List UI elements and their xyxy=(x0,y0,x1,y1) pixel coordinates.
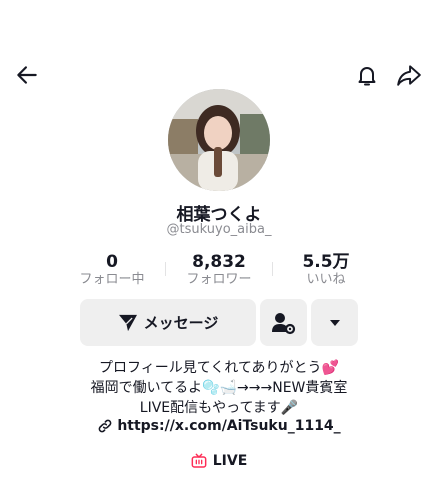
profile-actions: メッセージ xyxy=(0,299,438,347)
profile-photo xyxy=(168,89,270,191)
followers-label: フォロワー xyxy=(186,272,252,287)
live-tv-icon xyxy=(191,453,207,468)
arrow-left-icon xyxy=(17,66,37,84)
message-button-label: メッセージ xyxy=(143,314,219,332)
link-icon xyxy=(98,419,112,433)
likes-stat[interactable]: 5.5万 いいね xyxy=(266,252,386,288)
following-stat[interactable]: 0 フォロー中 xyxy=(52,252,172,288)
bell-icon xyxy=(358,67,376,86)
share-button[interactable] xyxy=(394,60,424,90)
share-arrow-icon xyxy=(397,65,421,86)
profile-bio: プロフィール見てくれてありがとう💕 福岡で働いてるよ🫧🛁→→→NEW貴賓室 LI… xyxy=(0,358,438,418)
live-button[interactable]: LIVE xyxy=(0,453,438,469)
followers-stat[interactable]: 8,832 フォロワー xyxy=(159,252,279,288)
message-button[interactable]: メッセージ xyxy=(80,299,256,346)
avatar[interactable] xyxy=(168,89,270,191)
user-settings-icon xyxy=(271,312,295,334)
likes-label: いいね xyxy=(306,272,346,287)
bio-line: 福岡で働いてるよ🫧🛁→→→NEW貴賓室 xyxy=(90,380,348,396)
bio-line: LIVE配信もやってます🎤 xyxy=(139,400,299,416)
back-button[interactable] xyxy=(12,60,42,90)
following-count: 0 xyxy=(106,252,118,272)
user-settings-button[interactable] xyxy=(260,299,307,346)
username: @tsukuyo_aiba_ xyxy=(166,222,272,237)
followers-count: 8,832 xyxy=(192,252,246,272)
profile-link-text: https://x.com/AiTsuku_1114_ xyxy=(117,418,341,434)
send-icon xyxy=(118,314,137,331)
profile-stats: 0 フォロー中 8,832 フォロワー 5.5万 いいね xyxy=(0,252,438,292)
profile-link[interactable]: https://x.com/AiTsuku_1114_ xyxy=(0,418,438,434)
notifications-button[interactable] xyxy=(352,60,382,90)
caret-down-icon xyxy=(329,319,340,326)
more-options-button[interactable] xyxy=(311,299,358,346)
live-label: LIVE xyxy=(212,453,248,469)
following-label: フォロー中 xyxy=(79,272,145,287)
likes-count: 5.5万 xyxy=(302,252,350,272)
bio-line: プロフィール見てくれてありがとう💕 xyxy=(99,360,339,376)
